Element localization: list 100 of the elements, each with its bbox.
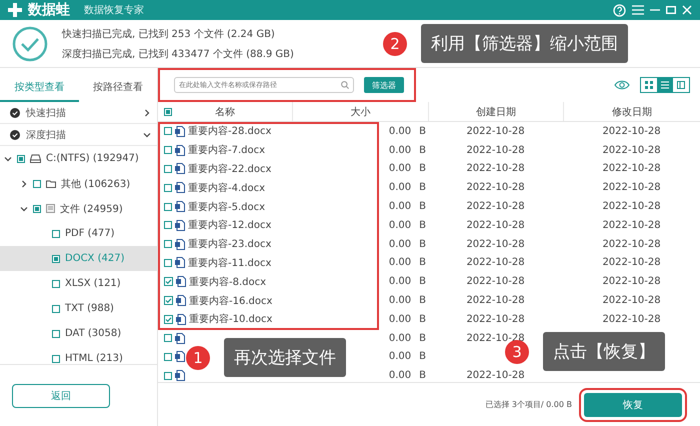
checkbox[interactable] xyxy=(52,304,60,312)
checkbox[interactable] xyxy=(164,221,172,230)
checkbox[interactable] xyxy=(52,280,60,288)
size-unit: B xyxy=(419,370,426,382)
file-size: 0.00 xyxy=(388,295,412,306)
checkbox[interactable] xyxy=(164,127,172,136)
checkbox[interactable] xyxy=(52,254,60,262)
tree-item[interactable]: C:(NTFS) (192947) xyxy=(0,146,157,171)
back-button[interactable]: 返回 xyxy=(12,384,110,408)
help-icon[interactable] xyxy=(613,4,626,16)
column-header[interactable]: 大小 xyxy=(350,104,370,118)
checkbox[interactable] xyxy=(164,202,172,211)
list-view-button[interactable] xyxy=(657,78,673,92)
app-logo-icon xyxy=(8,3,22,17)
checkbox[interactable] xyxy=(164,258,172,267)
checkbox[interactable] xyxy=(164,334,172,342)
checkbox[interactable] xyxy=(164,277,173,286)
scan-status: 深度扫描已完成, 已找到 433477 个文件 (88.9 GB) xyxy=(62,48,294,60)
document-icon xyxy=(175,220,185,231)
file-name: 重要内容-28.docx xyxy=(188,124,272,138)
check-dot-icon xyxy=(10,130,20,140)
tree-item[interactable]: PDF (477) xyxy=(0,221,157,246)
checkbox[interactable] xyxy=(164,164,172,173)
checkbox[interactable] xyxy=(17,154,25,162)
scan-mode-item[interactable]: 深度扫描 xyxy=(0,124,157,146)
filter-button[interactable]: 筛选器 xyxy=(364,77,404,93)
size-unit: B xyxy=(419,314,426,325)
checkbox[interactable] xyxy=(164,296,173,306)
checkbox[interactable] xyxy=(164,108,172,116)
tree-item[interactable]: TXT (988) xyxy=(0,296,157,321)
file-size: 0.00 xyxy=(388,370,412,382)
folder-icon xyxy=(46,180,56,188)
tree-item[interactable]: XLSX (121) xyxy=(0,271,157,296)
checkbox[interactable] xyxy=(164,240,172,248)
callout-bubble: 再次选择文件 xyxy=(224,338,346,377)
file-size: 0.00 xyxy=(388,144,412,156)
checkbox[interactable] xyxy=(33,204,41,212)
checkbox[interactable] xyxy=(33,180,41,188)
document-icon xyxy=(175,182,185,194)
size-unit: B xyxy=(419,220,426,231)
recover-button[interactable]: 恢复 xyxy=(584,392,682,416)
checkbox[interactable] xyxy=(164,184,172,192)
file-size: 0.00 xyxy=(388,332,412,344)
file-size: 0.00 xyxy=(388,238,412,250)
view-tab[interactable]: 按路径查看 xyxy=(78,74,157,102)
checkbox[interactable] xyxy=(164,372,172,380)
document-icon xyxy=(175,351,185,362)
created-date: 2022-10-28 xyxy=(466,201,525,212)
file-name: 重要内容-4.docx xyxy=(188,182,266,195)
created-date: 2022-10-28 xyxy=(466,220,525,231)
column-header[interactable]: 名称 xyxy=(215,104,235,118)
eye-icon[interactable] xyxy=(614,80,630,90)
file-name: 重要内容-16.docx xyxy=(189,294,272,308)
checkbox[interactable] xyxy=(52,230,60,238)
checkbox[interactable] xyxy=(164,314,173,324)
app-name: 数据蛙 xyxy=(28,1,70,19)
chevron-icon[interactable] xyxy=(143,108,151,116)
tree-item[interactable]: HTML (213) xyxy=(0,346,157,364)
view-tab[interactable]: 按类型查看 xyxy=(0,74,78,102)
file-name: 重要内容-5.docx xyxy=(188,200,266,214)
modified-date: 2022-10-28 xyxy=(602,257,661,268)
document-icon xyxy=(176,314,186,325)
modified-date: 2022-10-28 xyxy=(602,126,661,137)
column-header[interactable]: 修改日期 xyxy=(612,104,652,118)
menu-icon[interactable] xyxy=(632,5,644,15)
chevron-icon[interactable] xyxy=(20,180,28,188)
selection-summary: 已选择 3个项目/ 0.00 B xyxy=(485,399,572,410)
document-icon xyxy=(175,144,185,156)
document-icon xyxy=(46,204,55,213)
tree-item[interactable]: DAT (3058) xyxy=(0,321,157,346)
maximize-icon[interactable] xyxy=(666,6,676,14)
checkbox[interactable] xyxy=(164,352,172,361)
chevron-icon[interactable] xyxy=(4,154,12,162)
close-icon[interactable] xyxy=(682,5,692,15)
checkbox[interactable] xyxy=(52,330,60,338)
modified-date: 2022-10-28 xyxy=(602,201,661,212)
checkbox[interactable] xyxy=(164,146,172,154)
document-icon xyxy=(175,126,185,137)
file-name: 重要内容-11.docx xyxy=(188,256,272,270)
file-size: 0.00 xyxy=(388,182,412,194)
check-dot-icon xyxy=(10,108,20,118)
size-unit: B xyxy=(419,238,426,250)
step-number: 3 xyxy=(505,340,529,364)
file-name: 重要内容-7.docx xyxy=(188,144,266,158)
created-date: 2022-10-28 xyxy=(466,370,525,382)
chevron-icon[interactable] xyxy=(143,130,151,138)
scan-mode-item[interactable]: 快速扫描 xyxy=(0,102,157,124)
created-date: 2022-10-28 xyxy=(466,276,525,288)
column-header[interactable]: 创建日期 xyxy=(476,104,516,118)
grid-icon xyxy=(645,81,653,89)
size-unit: B xyxy=(419,295,426,306)
checkbox[interactable] xyxy=(52,354,60,362)
callout-bubble: 利用【筛选器】缩小范围 xyxy=(421,24,628,63)
created-date: 2022-10-28 xyxy=(466,144,525,156)
tree-item[interactable]: 其他 (106263) xyxy=(0,171,157,196)
document-icon xyxy=(175,257,185,268)
minimize-icon[interactable] xyxy=(650,9,660,11)
file-size: 0.00 xyxy=(388,163,412,174)
chevron-icon[interactable] xyxy=(20,204,28,212)
tree-item[interactable]: 文件 (24959) xyxy=(0,196,157,221)
